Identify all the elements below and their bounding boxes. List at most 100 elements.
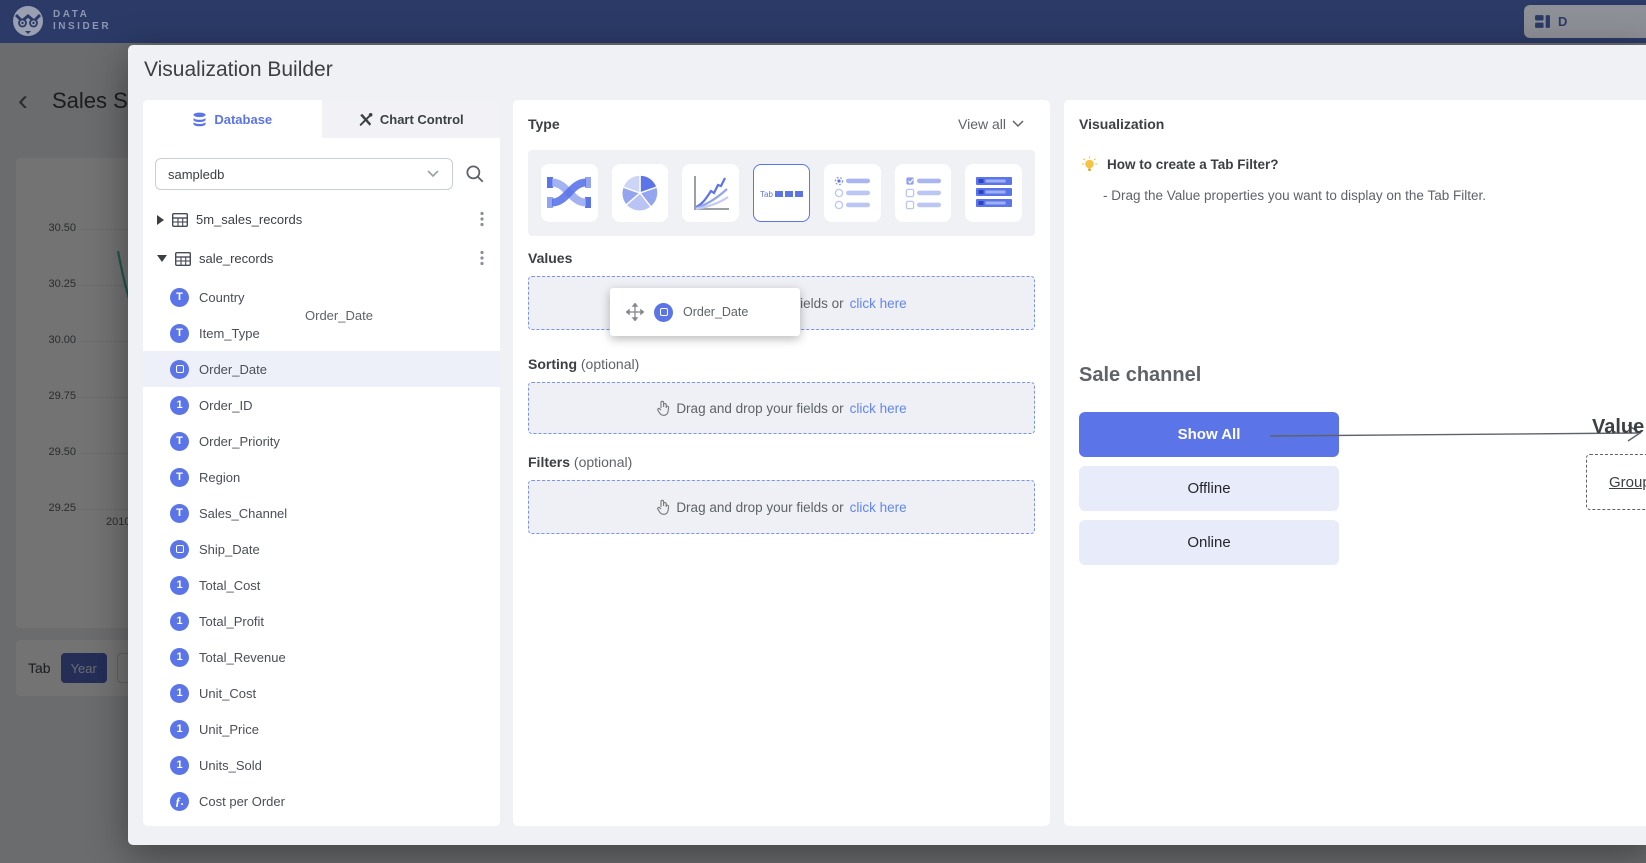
dashboard-mode-button[interactable]: D — [1524, 5, 1646, 38]
chart-type-radio-list[interactable] — [824, 164, 881, 222]
field-label: Unit_Price — [199, 722, 259, 737]
field-type-text-icon: T — [170, 432, 189, 451]
table-icon — [172, 213, 188, 227]
click-here-link[interactable]: click here — [850, 401, 907, 416]
field-row-units_sold[interactable]: 1Units_Sold — [143, 747, 500, 783]
brand-logo: DATA INSIDER — [12, 5, 111, 37]
field-label: Order_Date — [199, 362, 267, 377]
tab-chart-control-label: Chart Control — [380, 112, 464, 127]
annotation-group-link[interactable]: Group — [1609, 474, 1646, 491]
field-type-text-icon: T — [170, 468, 189, 487]
field-label: Ship_Date — [199, 542, 260, 557]
annotation-value-label: Value — [1592, 416, 1644, 439]
sorting-dropzone[interactable]: Drag and drop your fields or click here — [528, 382, 1035, 434]
field-label: Country — [199, 290, 245, 305]
field-row-unit_cost[interactable]: 1 Unit_Cost — [143, 675, 500, 711]
dropzone-text: Drag and drop your fields or — [676, 500, 843, 515]
field-label: Unit_Cost — [199, 686, 256, 701]
field-label: Order_ID — [199, 398, 252, 413]
tools-icon — [358, 112, 373, 127]
tip-body: - Drag the Value properties you want to … — [1103, 188, 1486, 203]
field-type-date-icon — [170, 360, 189, 379]
drag-hand-icon — [656, 499, 670, 515]
tip-title: How to create a Tab Filter? — [1081, 156, 1279, 173]
click-here-link[interactable]: click here — [850, 296, 907, 311]
dashboard-grid-icon — [1534, 13, 1551, 30]
field-label: Order_Priority — [199, 434, 280, 449]
field-row-order_priority[interactable]: T Order_Priority — [143, 423, 500, 459]
table-node-5m_sales_records[interactable]: 5m_sales_records — [143, 200, 500, 239]
field-type-formula-icon: ƒ. — [170, 792, 189, 811]
values-section-label: Values — [528, 250, 572, 266]
database-select[interactable] — [155, 158, 453, 190]
click-here-link[interactable]: click here — [850, 500, 907, 515]
chevron-down-icon[interactable] — [427, 170, 439, 178]
field-row-ship_date[interactable]: Ship_Date — [143, 531, 500, 567]
caret-right-icon[interactable] — [157, 215, 164, 225]
chart-type-tab-filter[interactable]: Tab — [753, 164, 810, 222]
brand-line-1: DATA — [53, 9, 111, 21]
field-row-order_id[interactable]: 1 Order_ID — [143, 387, 500, 423]
chart-type-sankey[interactable] — [541, 164, 598, 222]
svg-text:Tab: Tab — [760, 190, 773, 199]
chart-type-menu-list[interactable] — [965, 164, 1022, 222]
table-icon — [175, 252, 191, 266]
field-label: Item_Type — [199, 326, 260, 341]
field-row-sales_channel[interactable]: T Sales_Channel — [143, 495, 500, 531]
field-label: Region — [199, 470, 240, 485]
field-row-total_cost[interactable]: 1Total_Cost — [143, 567, 500, 603]
preview-option-online[interactable]: Online — [1079, 520, 1339, 565]
table-node-sale_records[interactable]: sale_records — [143, 239, 500, 278]
dropzone-text: Drag and drop your fields or — [676, 401, 843, 416]
kebab-menu-icon[interactable] — [480, 211, 484, 227]
search-icon[interactable] — [465, 164, 485, 184]
chevron-down-icon — [1012, 120, 1024, 128]
field-row-unit_price[interactable]: 1 Unit_Price — [143, 711, 500, 747]
table-name: sale_records — [199, 251, 273, 266]
view-all-button[interactable]: View all — [958, 116, 1024, 132]
chart-type-line-chart[interactable] — [682, 164, 739, 222]
field-label: Sales_Channel — [199, 506, 287, 521]
caret-down-icon[interactable] — [157, 255, 167, 262]
field-type-number-icon: 1 — [170, 576, 189, 595]
visualization-panel: Visualization How to create a Tab Filter… — [1064, 100, 1646, 826]
dragged-field-chip[interactable]: Order_Date — [610, 288, 800, 336]
tab-chart-control[interactable]: Chart Control — [322, 100, 501, 138]
field-type-text-icon: T — [170, 324, 189, 343]
field-row-total_revenue[interactable]: 1Total_Revenue — [143, 639, 500, 675]
lightbulb-icon — [1081, 156, 1098, 173]
field-type-number-icon: 1 — [170, 612, 189, 631]
drag-hand-icon — [656, 400, 670, 416]
move-icon — [626, 303, 644, 321]
modal-title: Visualization Builder — [144, 58, 333, 82]
field-type-date-icon — [170, 540, 189, 559]
filters-dropzone[interactable]: Drag and drop your fields or click here — [528, 480, 1035, 534]
field-type-number-icon: 1 — [170, 684, 189, 703]
view-all-label: View all — [958, 116, 1006, 132]
field-type-text-icon: T — [170, 504, 189, 523]
field-label: Cost per Order — [199, 794, 285, 809]
database-panel: Database Chart Control 5m_sales_recor — [143, 100, 500, 826]
field-type-number-icon: 1 — [170, 396, 189, 415]
kebab-menu-icon[interactable] — [480, 250, 484, 266]
field-type-number-icon: 1 — [170, 720, 189, 739]
annotation-arrow — [1270, 422, 1646, 446]
field-row-region[interactable]: T Region — [143, 459, 500, 495]
field-label: Total_Revenue — [199, 650, 286, 665]
sorting-section-label: Sorting (optional) — [528, 356, 639, 372]
field-row-order_date[interactable]: Order_Date — [143, 351, 500, 387]
chart-type-pie[interactable] — [612, 164, 669, 222]
field-row-country[interactable]: TCountry — [143, 279, 500, 315]
annotation-group-box: Group — [1586, 454, 1646, 510]
database-icon — [192, 112, 207, 127]
tab-database[interactable]: Database — [143, 100, 322, 138]
field-row-total_profit[interactable]: 1 Total_Profit — [143, 603, 500, 639]
preview-option-offline[interactable]: Offline — [1079, 466, 1339, 511]
chart-type-strip: Tab — [528, 150, 1035, 236]
chart-type-checkbox-list[interactable] — [895, 164, 952, 222]
visualization-builder-modal: Visualization Builder Database Chart Con… — [128, 45, 1646, 845]
field-row-item_type[interactable]: T Item_Type — [143, 315, 500, 351]
chip-label: Order_Date — [683, 305, 748, 319]
field-row-cost-per-order[interactable]: ƒ. Cost per Order — [143, 783, 500, 819]
field-label: Total_Profit — [199, 614, 264, 629]
